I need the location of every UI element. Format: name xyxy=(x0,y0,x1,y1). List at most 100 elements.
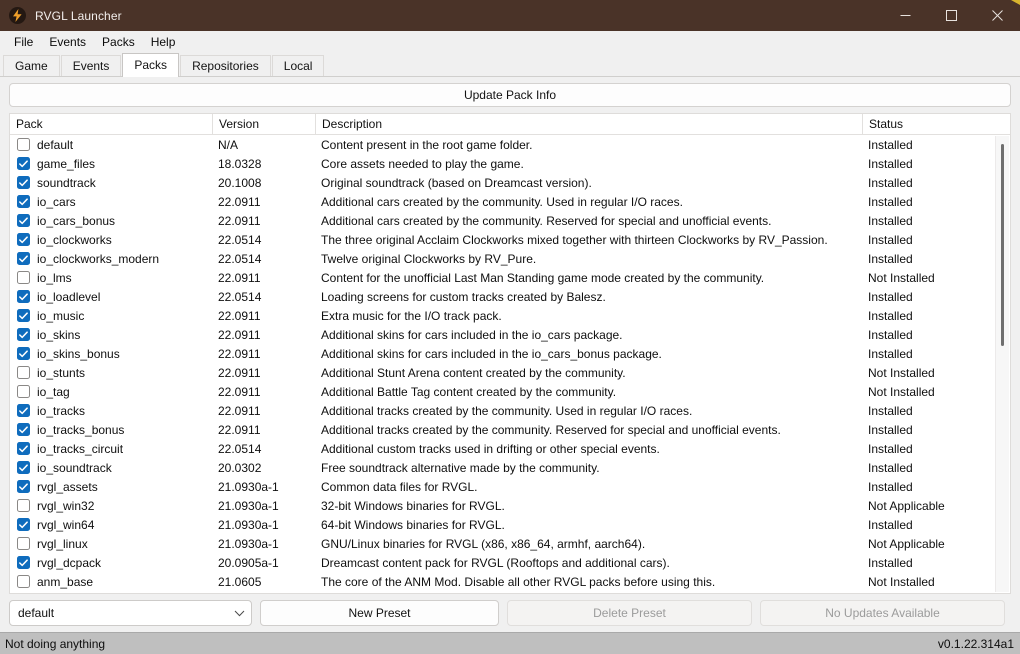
cell-version: N/A xyxy=(212,135,315,154)
cell-pack: io_lms xyxy=(10,268,212,287)
table-row[interactable]: io_tracks_circuit22.0514Additional custo… xyxy=(10,439,1010,458)
cell-status: Not Installed xyxy=(862,363,1010,382)
table-row[interactable]: rvgl_win6421.0930a-164-bit Windows binar… xyxy=(10,515,1010,534)
pack-checkbox[interactable] xyxy=(17,366,30,379)
tab-packs[interactable]: Packs xyxy=(122,53,179,77)
table-row[interactable]: io_cars22.0911Additional cars created by… xyxy=(10,192,1010,211)
table-row[interactable]: soundtrack20.1008Original soundtrack (ba… xyxy=(10,173,1010,192)
pack-checkbox[interactable] xyxy=(17,442,30,455)
pack-name: io_skins xyxy=(37,328,80,342)
pack-checkbox[interactable] xyxy=(17,480,30,493)
pack-checkbox[interactable] xyxy=(17,271,30,284)
pack-checkbox[interactable] xyxy=(17,518,30,531)
cell-description: 64-bit Windows binaries for RVGL. xyxy=(315,515,862,534)
table-row[interactable]: defaultN/AContent present in the root ga… xyxy=(10,135,1010,154)
check-updates-button: No Updates Available xyxy=(760,600,1005,626)
cell-description: Dreamcast content pack for RVGL (Rooftop… xyxy=(315,553,862,572)
table-row[interactable]: io_clockworks22.0514The three original A… xyxy=(10,230,1010,249)
close-button[interactable] xyxy=(974,0,1020,31)
menu-item-file[interactable]: File xyxy=(6,32,41,52)
table-row[interactable]: io_skins_bonus22.0911Additional skins fo… xyxy=(10,344,1010,363)
pack-name: io_tag xyxy=(37,385,70,399)
table-row[interactable]: io_tracks_bonus22.0911Additional tracks … xyxy=(10,420,1010,439)
cell-status: Installed xyxy=(862,173,1010,192)
pack-checkbox[interactable] xyxy=(17,575,30,588)
tab-events[interactable]: Events xyxy=(61,55,122,76)
cell-status: Not Installed xyxy=(862,382,1010,401)
menu-item-help[interactable]: Help xyxy=(143,32,184,52)
pack-checkbox[interactable] xyxy=(17,138,30,151)
column-header-version[interactable]: Version xyxy=(212,114,315,135)
menu-item-packs[interactable]: Packs xyxy=(94,32,143,52)
cell-status: Not Applicable xyxy=(862,534,1010,553)
cell-pack: io_clockworks_modern xyxy=(10,249,212,268)
tab-game[interactable]: Game xyxy=(3,55,60,76)
table-row[interactable]: io_stunts22.0911Additional Stunt Arena c… xyxy=(10,363,1010,382)
pack-name: io_lms xyxy=(37,271,72,285)
pack-checkbox[interactable] xyxy=(17,404,30,417)
scrollbar-thumb[interactable] xyxy=(1001,144,1004,346)
menu-item-events[interactable]: Events xyxy=(41,32,94,52)
pack-name: default xyxy=(37,138,73,152)
cell-pack: anm_base xyxy=(10,572,212,591)
pack-checkbox[interactable] xyxy=(17,328,30,341)
preset-select[interactable]: default xyxy=(9,600,252,626)
cell-status: Installed xyxy=(862,135,1010,154)
cell-pack: rvgl_linux xyxy=(10,534,212,553)
title-bar-left: RVGL Launcher xyxy=(0,7,122,24)
table-row[interactable]: io_skins22.0911Additional skins for cars… xyxy=(10,325,1010,344)
update-pack-info-button[interactable]: Update Pack Info xyxy=(9,83,1011,107)
table-row[interactable]: rvgl_assets21.0930a-1Common data files f… xyxy=(10,477,1010,496)
cell-version: 20.0302 xyxy=(212,458,315,477)
menu-bar: File Events Packs Help xyxy=(0,31,1020,53)
table-row[interactable]: io_clockworks_modern22.0514Twelve origin… xyxy=(10,249,1010,268)
table-row[interactable]: rvgl_win3221.0930a-132-bit Windows binar… xyxy=(10,496,1010,515)
pack-checkbox[interactable] xyxy=(17,385,30,398)
cell-version: 21.0605 xyxy=(212,572,315,591)
column-header-description[interactable]: Description xyxy=(315,114,862,135)
cell-version: 22.0911 xyxy=(212,211,315,230)
table-row[interactable]: io_loadlevel22.0514Loading screens for c… xyxy=(10,287,1010,306)
minimize-button[interactable] xyxy=(882,0,928,31)
pack-checkbox[interactable] xyxy=(17,195,30,208)
table-row[interactable]: io_tracks22.0911Additional tracks create… xyxy=(10,401,1010,420)
table-row[interactable]: anm_base21.0605The core of the ANM Mod. … xyxy=(10,572,1010,591)
pack-checkbox[interactable] xyxy=(17,423,30,436)
pack-checkbox[interactable] xyxy=(17,556,30,569)
tab-local[interactable]: Local xyxy=(272,55,325,76)
pack-checkbox[interactable] xyxy=(17,233,30,246)
pack-checkbox[interactable] xyxy=(17,214,30,227)
pack-checkbox[interactable] xyxy=(17,499,30,512)
cell-version: 22.0911 xyxy=(212,420,315,439)
table-row[interactable]: io_lms22.0911Content for the unofficial … xyxy=(10,268,1010,287)
table-row[interactable]: io_soundtrack20.0302Free soundtrack alte… xyxy=(10,458,1010,477)
tab-repositories[interactable]: Repositories xyxy=(180,55,271,76)
table-row[interactable]: rvgl_dcpack20.0905a-1Dreamcast content p… xyxy=(10,553,1010,572)
column-header-pack[interactable]: Pack xyxy=(10,114,212,135)
cell-version: 20.1008 xyxy=(212,173,315,192)
table-header-row: Pack Version Description Status xyxy=(10,114,1010,135)
pack-checkbox[interactable] xyxy=(17,157,30,170)
pack-checkbox[interactable] xyxy=(17,461,30,474)
cell-version: 22.0514 xyxy=(212,230,315,249)
pack-checkbox[interactable] xyxy=(17,252,30,265)
column-header-status[interactable]: Status xyxy=(862,114,1010,135)
pack-checkbox[interactable] xyxy=(17,309,30,322)
table-row[interactable]: io_tag22.0911Additional Battle Tag conte… xyxy=(10,382,1010,401)
pack-checkbox[interactable] xyxy=(17,290,30,303)
cell-pack: rvgl_win64 xyxy=(10,515,212,534)
maximize-button[interactable] xyxy=(928,0,974,31)
table-vertical-scrollbar[interactable] xyxy=(995,136,1009,592)
cell-description: Original soundtrack (based on Dreamcast … xyxy=(315,173,862,192)
table-row[interactable]: io_music22.0911Extra music for the I/O t… xyxy=(10,306,1010,325)
table-row[interactable]: rvgl_linux21.0930a-1GNU/Linux binaries f… xyxy=(10,534,1010,553)
new-preset-button[interactable]: New Preset xyxy=(260,600,499,626)
pack-checkbox[interactable] xyxy=(17,537,30,550)
lightning-bolt-icon xyxy=(9,7,26,24)
cell-status: Installed xyxy=(862,154,1010,173)
cell-status: Not Installed xyxy=(862,268,1010,287)
table-row[interactable]: game_files18.0328Core assets needed to p… xyxy=(10,154,1010,173)
pack-checkbox[interactable] xyxy=(17,347,30,360)
table-row[interactable]: io_cars_bonus22.0911Additional cars crea… xyxy=(10,211,1010,230)
pack-checkbox[interactable] xyxy=(17,176,30,189)
